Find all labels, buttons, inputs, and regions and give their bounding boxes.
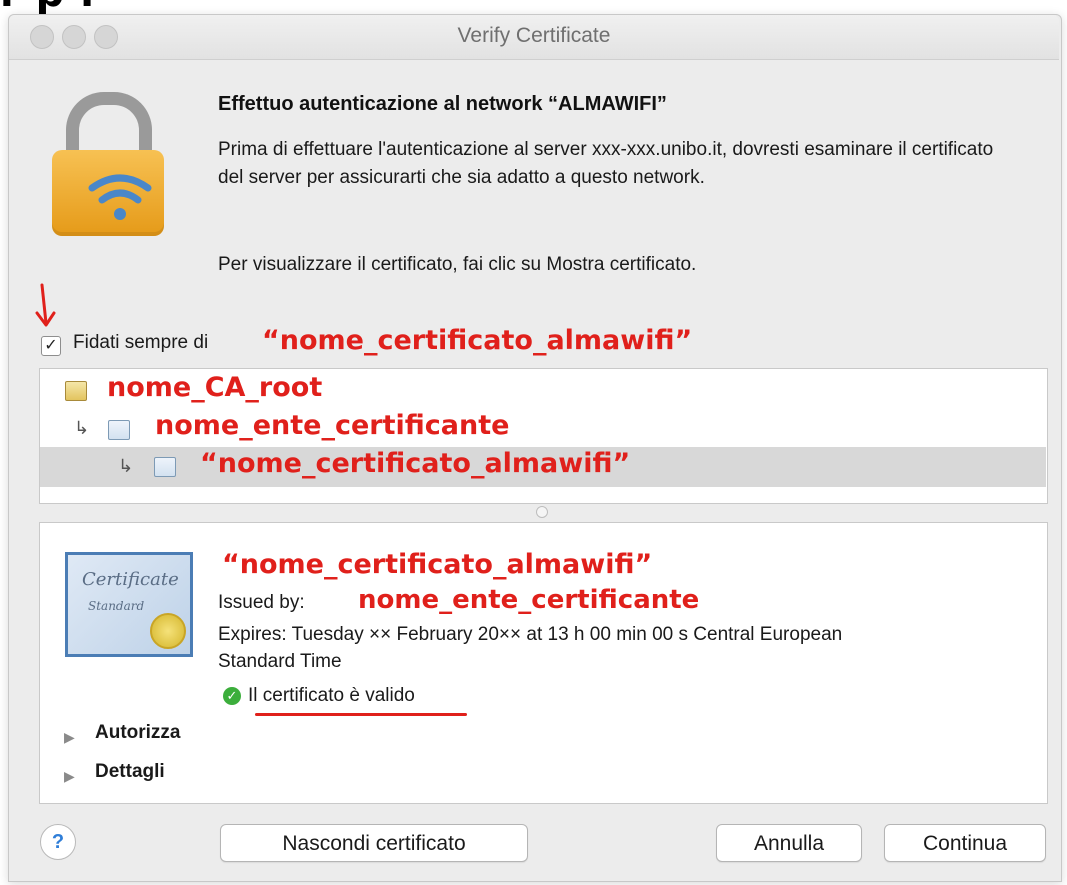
- annotation-underline: [255, 713, 467, 716]
- issued-by-value: nome_ente_certificante: [358, 585, 700, 615]
- certificate-image-subtitle: Standard: [88, 599, 145, 613]
- window-title: Verify Certificate: [457, 24, 611, 47]
- child-arrow-icon: ↳: [118, 456, 134, 476]
- seal-icon: [150, 613, 186, 649]
- trust-checkbox[interactable]: ✓: [41, 336, 61, 356]
- leaf-certificate-icon: [154, 457, 176, 477]
- auth-paragraph: Prima di effettuare l'autenticazione al …: [218, 139, 994, 188]
- intermediate-certificate-icon: [108, 420, 130, 440]
- splitter-handle[interactable]: [536, 506, 548, 518]
- cancel-button[interactable]: Annulla: [716, 824, 862, 862]
- expiry-line-2: Standard Time: [218, 651, 342, 672]
- trust-checkbox-label: Fidati sempre di: [73, 332, 209, 353]
- disclosure-triangle-icon[interactable]: ▶: [64, 729, 75, 746]
- expiry-line-1: Expires: Tuesday ×× February 20×× at 13 …: [218, 624, 843, 645]
- tree-item-root[interactable]: nome_CA_root: [107, 372, 322, 403]
- valid-check-icon: ✓: [223, 687, 241, 705]
- certificate-image-icon: Certificate Standard: [65, 552, 193, 657]
- help-button[interactable]: ?: [40, 824, 76, 860]
- section-autorizza[interactable]: Autorizza: [95, 722, 181, 744]
- certificate-image-title: Certificate: [82, 569, 179, 590]
- lock-wifi-icon: [52, 150, 164, 236]
- tree-item-intermediate[interactable]: nome_ente_certificante: [155, 410, 509, 441]
- issued-by-label: Issued by:: [218, 592, 305, 613]
- annotation-arrow-icon: [35, 283, 56, 327]
- tree-item-leaf[interactable]: “nome_certificato_almawifi”: [200, 448, 630, 479]
- child-arrow-icon: ↳: [74, 418, 90, 438]
- auth-heading: Effettuo autenticazione al network “ALMA…: [218, 93, 667, 115]
- disclosure-triangle-icon[interactable]: ▶: [64, 768, 75, 785]
- root-certificate-icon: [65, 381, 87, 401]
- section-dettagli[interactable]: Dettagli: [95, 761, 165, 783]
- hide-certificate-button[interactable]: Nascondi certificato: [220, 824, 528, 862]
- trust-cert-name: “nome_certificato_almawifi”: [262, 325, 693, 356]
- wifi-icon: [88, 174, 152, 220]
- show-certificate-hint: Per visualizzare il certificato, fai cli…: [218, 254, 697, 275]
- continue-button[interactable]: Continua: [884, 824, 1046, 862]
- detail-cert-name: “nome_certificato_almawifi”: [222, 549, 653, 580]
- validity-status: Il certificato è valido: [248, 685, 415, 706]
